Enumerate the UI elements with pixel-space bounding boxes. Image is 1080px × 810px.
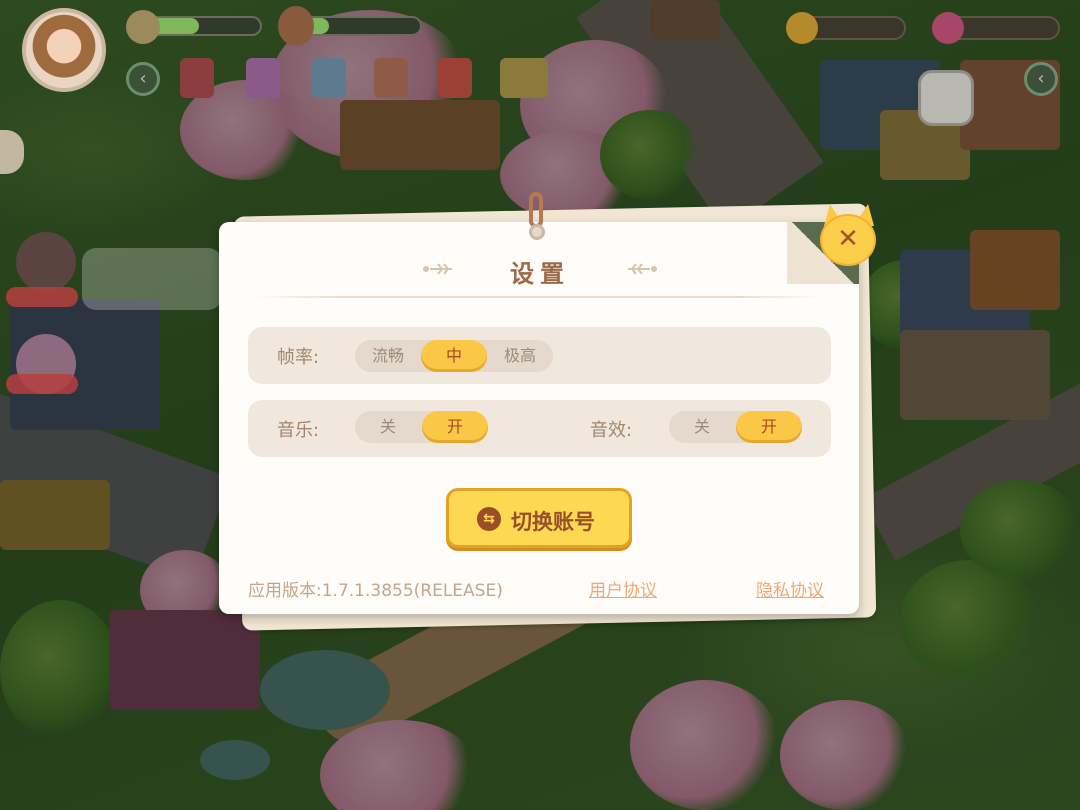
close-button[interactable]: ✕ [816, 204, 880, 268]
switch-arrows-icon: ⇆ [477, 507, 501, 531]
daily-quest-tag[interactable] [6, 374, 78, 394]
dialog-title: 设置 [510, 260, 570, 288]
menu-icon-1[interactable] [180, 58, 214, 98]
frame-rate-option-smooth[interactable]: 流畅 [355, 340, 421, 372]
camera-icon[interactable] [918, 70, 974, 126]
music-on-option[interactable]: 开 [422, 411, 488, 443]
close-icon: ✕ [837, 224, 859, 254]
menu-icon-3[interactable] [312, 58, 346, 98]
gem-counter [932, 12, 1060, 44]
title-right-ornament-icon [628, 263, 657, 275]
audio-row: 音乐: 关 开 音效: 关 开 [248, 400, 831, 457]
main-quest-tag[interactable] [6, 287, 78, 307]
menu-icon-4[interactable] [374, 58, 408, 98]
frame-rate-selector: 流畅 中 极高 [355, 340, 553, 372]
experience-bar [296, 16, 422, 36]
frame-rate-row: 帧率: 流畅 中 极高 [248, 327, 831, 384]
frame-rate-option-high[interactable]: 极高 [487, 340, 553, 372]
gem-icon [932, 12, 964, 44]
app-version: 应用版本:1.7.1.3855(RELEASE) [248, 581, 503, 601]
sound-effects-toggle: 关 开 [669, 411, 802, 443]
music-label: 音乐: [277, 420, 320, 441]
menu-icon-5[interactable] [438, 58, 472, 98]
sound-effects-off-option[interactable]: 关 [669, 411, 735, 443]
music-toggle: 关 开 [355, 411, 488, 443]
frame-rate-option-medium[interactable]: 中 [421, 340, 487, 372]
switch-account-button[interactable]: ⇆ 切换账号 [446, 488, 632, 548]
music-off-option[interactable]: 关 [355, 411, 421, 443]
coin-counter [786, 12, 906, 44]
hanger-pin-icon [526, 192, 548, 242]
player-avatar[interactable] [22, 8, 106, 92]
switch-account-label: 切换账号 [511, 510, 595, 534]
expand-arrow-icon[interactable]: ‹ [1024, 62, 1058, 96]
collapse-arrow-icon[interactable]: ‹ [126, 62, 160, 96]
coin-icon [786, 12, 818, 44]
frame-rate-label: 帧率: [277, 347, 320, 368]
title-divider [254, 296, 824, 298]
menu-icon-2[interactable] [246, 58, 280, 98]
user-agreement-link[interactable]: 用户协议 [589, 576, 657, 601]
privacy-policy-link[interactable]: 隐私协议 [756, 576, 824, 601]
menu-icon-6[interactable] [500, 58, 548, 98]
level-badge-icon [278, 6, 314, 46]
sound-effects-on-option[interactable]: 开 [736, 411, 802, 443]
energy-icon [126, 10, 160, 44]
sound-effects-label: 音效: [590, 420, 633, 441]
